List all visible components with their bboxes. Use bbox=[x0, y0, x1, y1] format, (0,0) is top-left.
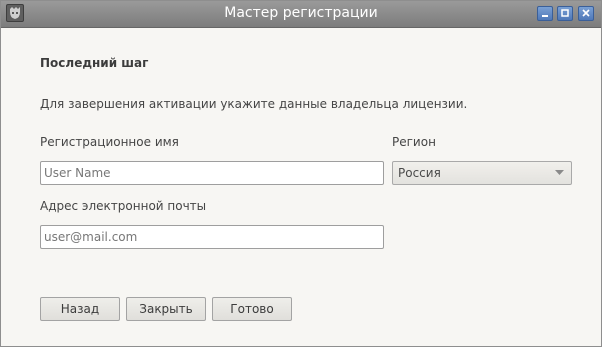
close-icon bbox=[582, 9, 590, 17]
registration-wizard-window: Мастер регистрации Последний шаг Для зав… bbox=[0, 0, 602, 347]
minimize-button[interactable] bbox=[537, 6, 553, 21]
done-button[interactable]: Готово bbox=[212, 297, 292, 321]
maximize-icon bbox=[561, 9, 569, 17]
minimize-icon bbox=[542, 15, 548, 17]
email-input[interactable] bbox=[40, 225, 384, 249]
title-bar[interactable]: Мастер регистрации bbox=[1, 1, 601, 28]
region-label: Регион bbox=[392, 135, 436, 149]
step-heading: Последний шаг bbox=[40, 56, 149, 70]
dropdown-arrow-icon bbox=[555, 170, 564, 175]
registration-name-label: Регистрационное имя bbox=[40, 135, 179, 149]
maximize-button[interactable] bbox=[557, 6, 573, 21]
email-label: Адрес электронной почты bbox=[40, 199, 207, 213]
region-select[interactable]: Россия bbox=[392, 161, 572, 185]
region-selected-value: Россия bbox=[398, 166, 441, 180]
window-title: Мастер регистрации bbox=[224, 5, 378, 21]
registration-name-input[interactable] bbox=[40, 161, 384, 185]
back-button[interactable]: Назад bbox=[40, 297, 120, 321]
close-window-button[interactable] bbox=[578, 6, 594, 21]
close-button[interactable]: Закрыть bbox=[126, 297, 206, 321]
step-description: Для завершения активации укажите данные … bbox=[40, 97, 468, 111]
